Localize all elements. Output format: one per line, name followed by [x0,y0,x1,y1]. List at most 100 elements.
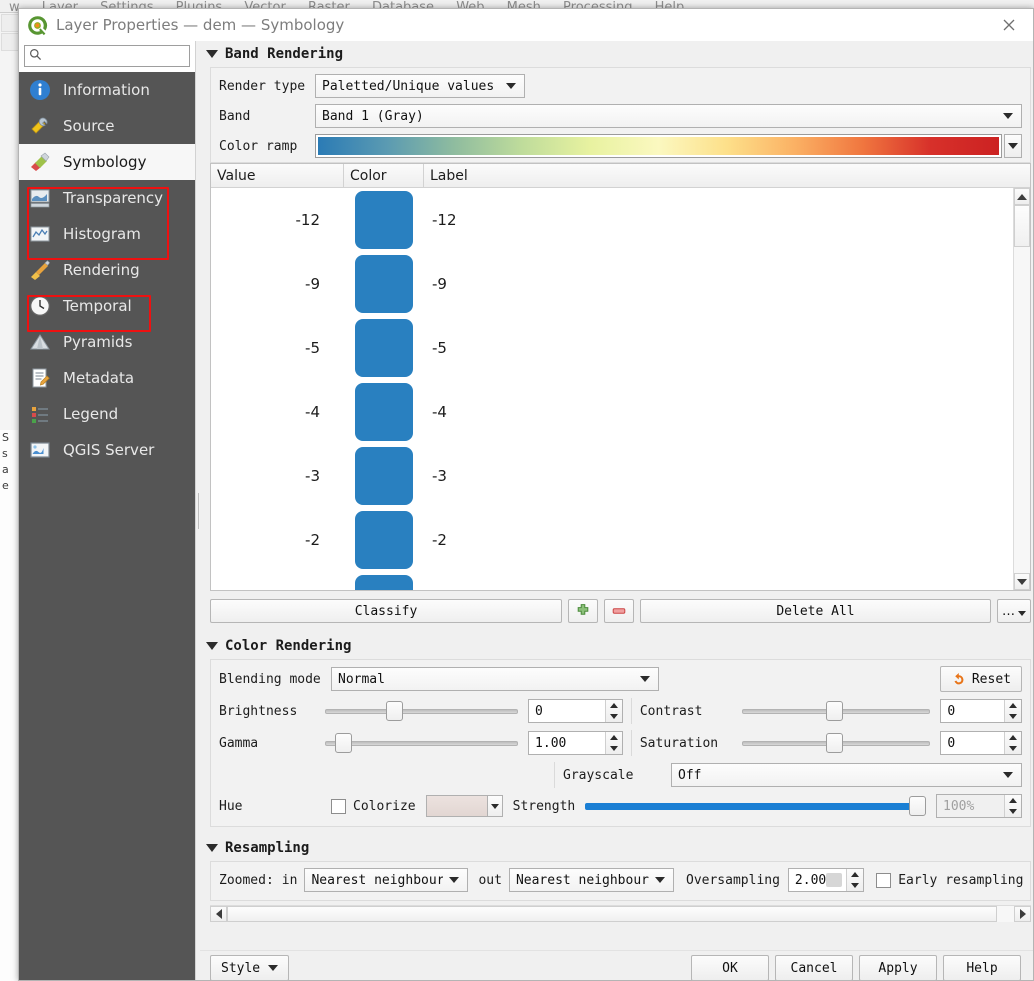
sidebar-item-histogram[interactable]: Histogram [19,216,195,252]
spin-up-icon[interactable] [1005,732,1021,743]
sidebar-item-pyramids[interactable]: Pyramids [19,324,195,360]
spin-buttons[interactable] [605,700,622,722]
spin-down-icon[interactable] [1005,743,1021,754]
scroll-down-icon[interactable] [1014,573,1030,590]
palette-label-cell[interactable]: -5 [424,339,1013,357]
reset-button[interactable]: Reset [940,666,1022,692]
palette-color-cell[interactable] [344,383,424,441]
colorize-color-dropdown[interactable] [488,795,503,817]
palette-color-cell[interactable] [344,575,424,590]
color-ramp-preview[interactable] [315,134,1002,158]
sidebar-item-legend[interactable]: Legend [19,396,195,432]
spin-up-icon[interactable] [606,732,622,743]
palette-value-cell[interactable]: -9 [211,275,344,293]
hscrollbar-gutter[interactable] [227,906,1014,922]
spin-buttons[interactable] [605,732,622,754]
column-header-color[interactable]: Color [344,164,424,187]
slider-handle[interactable] [826,733,843,753]
palette-label-cell[interactable]: -9 [424,275,1013,293]
sidebar-item-metadata[interactable]: Metadata [19,360,195,396]
style-button[interactable]: Style [210,955,289,981]
spin-down-icon[interactable] [1005,711,1021,722]
contrast-slider[interactable] [742,699,931,723]
sidebar-item-symbology[interactable]: Symbology [19,144,195,180]
brightness-slider[interactable] [325,699,518,723]
colorize-checkbox[interactable] [331,799,346,814]
band-select[interactable]: Band 1 (Gray) [315,104,1022,128]
early-resampling-checkbox[interactable] [876,873,891,888]
gamma-spinbox[interactable]: 1.00 [528,731,623,755]
palette-value-cell[interactable]: -4 [211,403,344,421]
table-row[interactable]: -4-4 [211,380,1013,444]
palette-more-button[interactable]: … [997,599,1031,623]
table-row[interactable]: -5 -5 [211,316,1013,380]
palette-color-cell[interactable] [344,319,424,377]
slider-handle[interactable] [909,796,926,816]
toolbar-button[interactable] [1,33,19,51]
color-swatch[interactable] [355,447,413,505]
colorize-color-swatch[interactable] [426,795,488,817]
table-row[interactable]: -2 -2 [211,508,1013,572]
toolbar-button[interactable] [1,14,19,32]
color-swatch[interactable] [355,319,413,377]
table-row[interactable]: -12 -12 [211,188,1013,252]
color-swatch[interactable] [355,191,413,249]
column-header-value[interactable]: Value [211,164,344,187]
resampling-group-header[interactable]: Resampling [200,835,1033,861]
palette-color-cell[interactable] [344,191,424,249]
remove-entry-button[interactable] [604,599,634,623]
palette-color-cell[interactable] [344,447,424,505]
scroll-right-icon[interactable] [1014,906,1031,922]
spin-up-icon[interactable] [847,869,863,880]
oversampling-spinbox[interactable]: 2.00 [788,868,864,892]
qgis-browser-panel[interactable]: S s a e [0,430,18,981]
color-swatch[interactable] [355,255,413,313]
spin-down-icon[interactable] [606,743,622,754]
sidebar-item-transparency[interactable]: Transparency [19,180,195,216]
cancel-button[interactable]: Cancel [775,955,853,981]
search-box[interactable] [24,45,190,67]
spin-down-icon[interactable] [847,880,863,891]
column-header-label[interactable]: Label [424,164,1030,187]
color-swatch[interactable] [355,383,413,441]
classify-button[interactable]: Classify [210,599,562,623]
scrollbar-thumb[interactable] [1014,205,1030,247]
spin-down-icon[interactable] [1005,806,1021,817]
brightness-spinbox[interactable]: 0 [528,699,623,723]
zoom-out-method-select[interactable]: Nearest neighbour [509,868,674,892]
palette-value-cell[interactable]: -12 [211,211,344,229]
help-button[interactable]: Help [943,955,1021,981]
sidebar-item-rendering[interactable]: Rendering [19,252,195,288]
apply-button[interactable]: Apply [859,955,937,981]
delete-all-button[interactable]: Delete All [640,599,991,623]
palette-value-cell[interactable]: -3 [211,467,344,485]
sidebar-item-source[interactable]: Source [19,108,195,144]
palette-value-cell[interactable]: -5 [211,339,344,357]
table-row[interactable]: -9 -9 [211,252,1013,316]
scroll-left-icon[interactable] [210,906,227,922]
spin-up-icon[interactable] [1005,795,1021,806]
slider-handle[interactable] [826,701,843,721]
dialog-titlebar[interactable]: Layer Properties — dem — Symbology [19,9,1033,41]
color-swatch[interactable] [355,575,413,590]
spin-buttons[interactable] [1004,732,1021,754]
sidebar-item-qgis-server[interactable]: QGIS Server [19,432,195,468]
scroll-up-icon[interactable] [1014,188,1030,205]
spin-buttons[interactable] [846,869,863,891]
slider-handle[interactable] [335,733,352,753]
add-entry-button[interactable] [568,599,598,623]
sidebar-item-information[interactable]: Information [19,72,195,108]
palette-label-cell[interactable]: -2 [424,531,1013,549]
color-ramp-dropdown[interactable] [1004,134,1022,158]
slider-handle[interactable] [386,701,403,721]
table-row[interactable]: -3-3 [211,444,1013,508]
table-row[interactable] [211,572,1013,590]
saturation-slider[interactable] [742,731,931,755]
ok-button[interactable]: OK [691,955,769,981]
spin-up-icon[interactable] [606,700,622,711]
palette-value-cell[interactable]: -2 [211,531,344,549]
contrast-spinbox[interactable]: 0 [940,699,1022,723]
palette-label-cell[interactable]: -12 [424,211,1013,229]
band-rendering-group-header[interactable]: Band Rendering [200,41,1033,67]
blending-mode-select[interactable]: Normal [331,667,659,691]
